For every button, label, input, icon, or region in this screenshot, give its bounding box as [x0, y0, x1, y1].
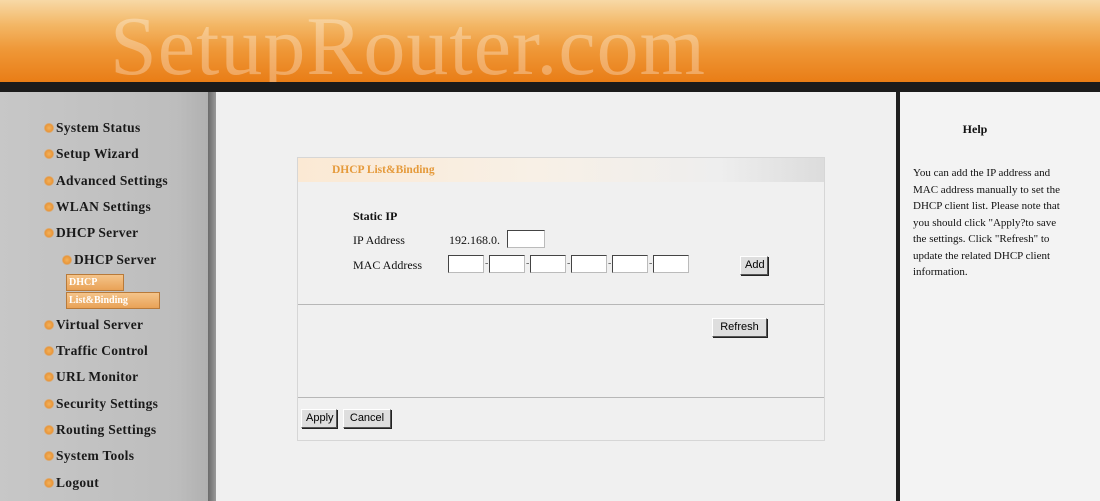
help-panel: Help You can add the IP address and MAC … [900, 92, 1100, 501]
bullet-icon [44, 425, 54, 435]
sidebar-item-label: Routing Settings [56, 422, 157, 437]
panel-separator [298, 304, 824, 305]
sidebar-item-label: Advanced Settings [56, 173, 168, 188]
mac-separator: - [567, 258, 571, 269]
bullet-icon [44, 123, 54, 133]
sidebar-subitem-list-binding[interactable]: List&Binding [66, 292, 160, 309]
panel-title: DHCP List&Binding [332, 164, 435, 176]
bullet-icon [44, 346, 54, 356]
sidebar-item-label: Virtual Server [56, 317, 144, 332]
bullet-icon [44, 399, 54, 409]
sidebar-item-routing-settings[interactable]: Routing Settings [44, 420, 156, 440]
mac-separator: - [485, 258, 489, 269]
ip-address-label: IP Address [353, 233, 405, 247]
help-text: You can add the IP address and MAC addre… [913, 167, 1060, 278]
sidebar-item-system-tools[interactable]: System Tools [44, 446, 134, 466]
sidebar-item-url-monitor[interactable]: URL Monitor [44, 367, 138, 387]
sidebar-subitem-dhcp-selected[interactable]: DHCP [66, 274, 124, 291]
header-border [0, 82, 1100, 92]
ip-last-octet-input[interactable] [507, 230, 545, 248]
sidebar-item-wlan-settings[interactable]: WLAN Settings [44, 197, 151, 217]
sidebar-item-advanced-settings[interactable]: Advanced Settings [44, 171, 168, 191]
sidebar-item-dhcp-server[interactable]: DHCP Server [44, 223, 138, 243]
bullet-icon [44, 176, 54, 186]
bullet-icon [44, 149, 54, 159]
panel-separator [298, 397, 824, 398]
mac-octet-4-input[interactable] [571, 255, 607, 273]
mac-octet-5-input[interactable] [612, 255, 648, 273]
mac-separator: - [526, 258, 530, 269]
sidebar-item-label: WLAN Settings [56, 199, 152, 214]
sidebar-subitem-dhcp-server[interactable]: DHCP Server [62, 250, 156, 270]
cancel-button[interactable]: Cancel [343, 409, 391, 428]
sidebar-item-label: Security Settings [56, 396, 159, 411]
bullet-icon [44, 372, 54, 382]
sidebar-item-security-settings[interactable]: Security Settings [44, 394, 158, 414]
ip-prefix: 192.168.0. [449, 233, 500, 247]
mac-octet-2-input[interactable] [489, 255, 525, 273]
static-ip-heading: Static IP [353, 209, 398, 223]
sidebar-shadow [208, 92, 216, 501]
refresh-button[interactable]: Refresh [712, 318, 767, 337]
apply-button[interactable]: Apply [301, 409, 337, 428]
sidebar-item-label: System Status [56, 120, 141, 135]
sidebar-item-label: System Tools [56, 448, 135, 463]
bullet-icon [44, 478, 54, 488]
sidebar-item-label: URL Monitor [56, 369, 139, 384]
mac-separator: - [649, 258, 653, 269]
sidebar-item-label: Logout [56, 475, 100, 490]
dhcp-binding-panel: DHCP List&Binding Static IP IP Address 1… [297, 157, 825, 441]
watermark: SetupRouter.com [110, 0, 706, 82]
sidebar-item-logout[interactable]: Logout [44, 473, 99, 493]
bullet-icon [44, 320, 54, 330]
panel-title-bar: DHCP List&Binding [298, 158, 824, 182]
mac-separator: - [608, 258, 612, 269]
mac-octet-3-input[interactable] [530, 255, 566, 273]
bullet-icon [44, 451, 54, 461]
help-title: Help [962, 122, 988, 136]
sidebar-item-setup-wizard[interactable]: Setup Wizard [44, 144, 139, 164]
add-button[interactable]: Add [740, 256, 768, 275]
sidebar-item-virtual-server[interactable]: Virtual Server [44, 315, 143, 335]
bullet-icon [44, 228, 54, 238]
mac-octet-1-input[interactable] [448, 255, 484, 273]
sidebar-item-label: DHCP Server [74, 252, 157, 267]
mac-address-label: MAC Address [353, 258, 423, 272]
sidebar-item-label: Traffic Control [56, 343, 149, 358]
sidebar-item-label: Setup Wizard [56, 146, 139, 161]
sidebar-item-traffic-control[interactable]: Traffic Control [44, 341, 148, 361]
mac-octet-6-input[interactable] [653, 255, 689, 273]
sidebar-item-label: DHCP Server [56, 225, 139, 240]
sidebar-item-system-status[interactable]: System Status [44, 118, 141, 138]
bullet-icon [62, 255, 72, 265]
bullet-icon [44, 202, 54, 212]
header-banner: SetupRouter.com [0, 0, 1100, 82]
